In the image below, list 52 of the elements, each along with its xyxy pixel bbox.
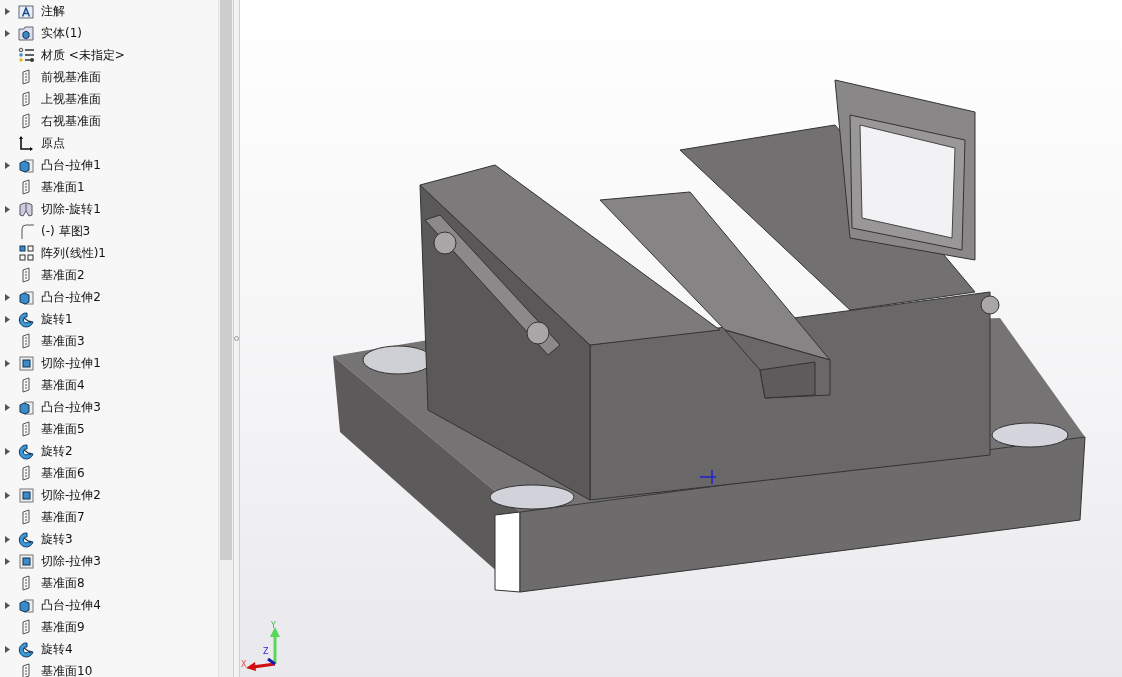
expand-caret-icon[interactable] bbox=[4, 447, 10, 455]
expand-caret-icon[interactable] bbox=[4, 491, 10, 499]
expand-caret-icon[interactable] bbox=[4, 293, 10, 301]
feature-tree-item[interactable]: 原点 bbox=[41, 137, 65, 149]
feature-tree-item[interactable]: 基准面2 bbox=[41, 269, 85, 281]
feature-tree-item[interactable]: 基准面4 bbox=[41, 379, 85, 391]
feature-tree-item[interactable]: 上视基准面 bbox=[41, 93, 101, 105]
axis-triad-icon bbox=[246, 627, 280, 671]
scrollbar-thumb[interactable] bbox=[220, 0, 232, 560]
expand-caret-icon[interactable] bbox=[4, 535, 10, 543]
feature-tree-item[interactable]: 基准面7 bbox=[41, 511, 85, 523]
feature-tree-item[interactable]: 凸台-拉伸3 bbox=[41, 401, 101, 413]
feature-tree-item[interactable]: 旋转4 bbox=[41, 643, 73, 655]
feature-tree-item[interactable]: 切除-旋转1 bbox=[41, 203, 101, 215]
scrollbar[interactable] bbox=[218, 0, 233, 677]
feature-tree-item[interactable]: 前视基准面 bbox=[41, 71, 101, 83]
feature-tree-item[interactable]: 旋转2 bbox=[41, 445, 73, 457]
feature-tree-item[interactable]: (-) 草图3 bbox=[41, 225, 91, 237]
feature-tree-item[interactable]: 切除-拉伸2 bbox=[41, 489, 101, 501]
feature-tree-item[interactable]: 材质 <未指定> bbox=[41, 49, 125, 61]
feature-tree-item[interactable]: 凸台-拉伸4 bbox=[41, 599, 101, 611]
feature-tree-item[interactable]: 基准面5 bbox=[41, 423, 85, 435]
expand-caret-icon[interactable] bbox=[4, 645, 10, 653]
feature-tree-item[interactable]: 基准面10 bbox=[41, 665, 93, 677]
feature-tree-item[interactable]: 基准面8 bbox=[41, 577, 85, 589]
feature-tree-item[interactable]: 切除-拉伸3 bbox=[41, 555, 101, 567]
expand-caret-icon[interactable] bbox=[4, 315, 10, 323]
feature-tree-item[interactable]: 基准面1 bbox=[41, 181, 85, 193]
z-axis-label: Z bbox=[263, 648, 269, 656]
expand-caret-icon[interactable] bbox=[4, 161, 10, 169]
feature-tree-item[interactable]: 凸台-拉伸1 bbox=[41, 159, 101, 171]
expand-caret-icon[interactable] bbox=[4, 557, 10, 565]
expand-caret-icon[interactable] bbox=[4, 29, 10, 37]
x-axis-label: X bbox=[241, 661, 247, 669]
feature-tree-item[interactable]: 实体(1) bbox=[41, 27, 82, 39]
y-axis-label: Y bbox=[271, 622, 276, 630]
expand-caret-icon[interactable] bbox=[4, 601, 10, 609]
feature-tree-item[interactable]: 切除-拉伸1 bbox=[41, 357, 101, 369]
origin-marker-icon bbox=[699, 469, 717, 485]
expand-caret-icon[interactable] bbox=[4, 359, 10, 367]
feature-tree-item[interactable]: 基准面9 bbox=[41, 621, 85, 633]
feature-tree-item[interactable]: 基准面6 bbox=[41, 467, 85, 479]
expand-caret-icon[interactable] bbox=[4, 7, 10, 15]
expand-caret-icon[interactable] bbox=[4, 205, 10, 213]
feature-tree-item[interactable]: 凸台-拉伸2 bbox=[41, 291, 101, 303]
feature-tree-item[interactable]: 旋转3 bbox=[41, 533, 73, 545]
feature-tree-item[interactable]: 右视基准面 bbox=[41, 115, 101, 127]
feature-tree-item[interactable]: 注解 bbox=[41, 5, 65, 17]
feature-tree-item[interactable]: 旋转1 bbox=[41, 313, 73, 325]
feature-tree-item[interactable]: 阵列(线性)1 bbox=[41, 247, 106, 259]
feature-tree-item[interactable]: 基准面3 bbox=[41, 335, 85, 347]
expand-caret-icon[interactable] bbox=[4, 403, 10, 411]
